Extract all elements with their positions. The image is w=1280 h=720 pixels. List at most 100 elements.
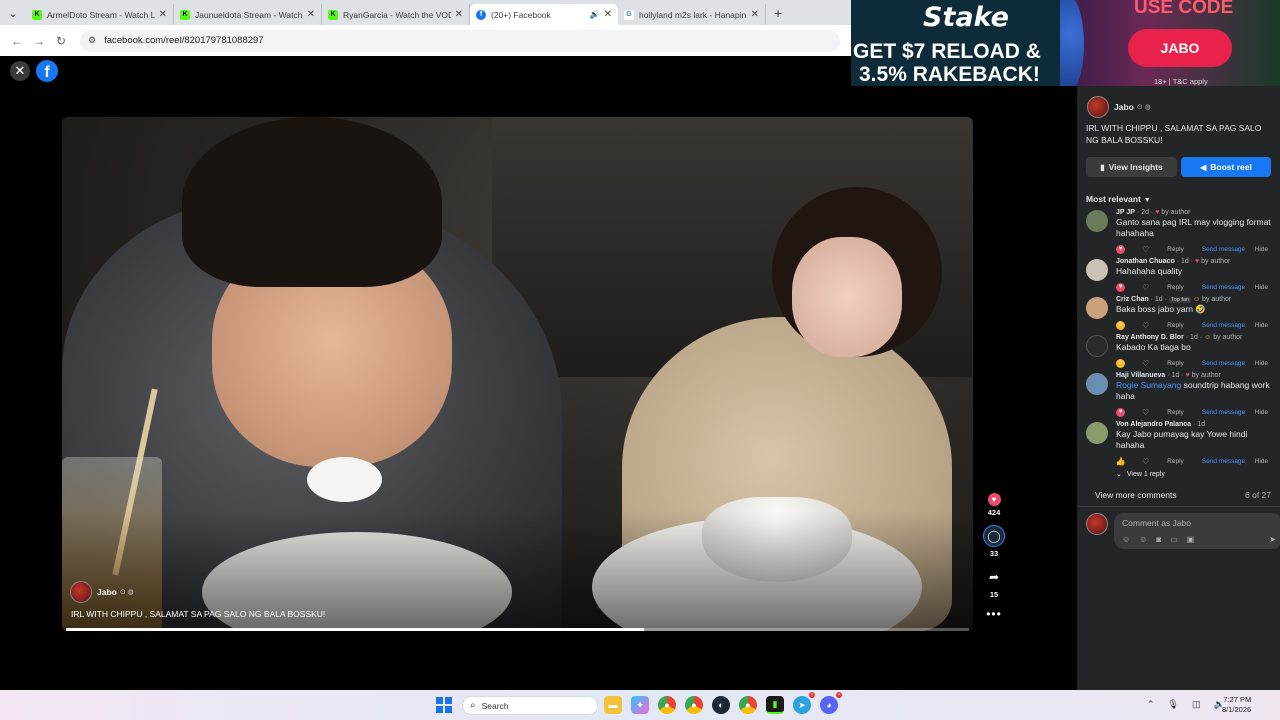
- comment-action[interactable]: ◯ 33: [983, 525, 1005, 558]
- site-info-icon[interactable]: ⚙: [88, 35, 96, 46]
- send-message-link[interactable]: Send message: [1202, 322, 1245, 329]
- emoji-icon[interactable]: ☺: [1139, 535, 1156, 544]
- reel-video-player[interactable]: Jabo ⊙ ◍ IRL WITH CHIPPU , SALAMAT SA PA…: [62, 117, 973, 631]
- close-tab-icon[interactable]: ✕: [751, 9, 759, 20]
- hide-button[interactable]: Hide: [1255, 246, 1268, 253]
- file-explorer-icon[interactable]: ▬: [604, 696, 622, 714]
- camera-icon[interactable]: ◙: [1156, 535, 1170, 544]
- commenter-name[interactable]: Jonathan Chuaco: [1116, 258, 1175, 265]
- video-author-name[interactable]: Jabo: [97, 587, 117, 597]
- laugh-reaction-icon[interactable]: ☺: [1116, 320, 1125, 330]
- view-more-comments-link[interactable]: View more comments: [1095, 490, 1177, 500]
- steam-icon[interactable]: ◐: [712, 696, 730, 714]
- commenter-name[interactable]: Criz Chan: [1116, 296, 1149, 303]
- hide-button[interactable]: Hide: [1255, 360, 1268, 367]
- react-icon[interactable]: ♡: [1142, 245, 1149, 254]
- hide-button[interactable]: Hide: [1255, 458, 1268, 465]
- avatar[interactable]: [70, 581, 92, 603]
- send-icon[interactable]: ➤: [1269, 535, 1276, 544]
- video-author[interactable]: Jabo ⊙ ◍: [70, 581, 134, 603]
- tab-search-icon[interactable]: ⌄: [4, 4, 22, 22]
- hide-button[interactable]: Hide: [1255, 284, 1268, 291]
- send-message-link[interactable]: Send message: [1202, 409, 1245, 416]
- reply-button[interactable]: Reply: [1167, 360, 1184, 367]
- share-icon[interactable]: ➦: [983, 566, 1005, 588]
- chrome-icon[interactable]: ●: [658, 696, 676, 714]
- like-icon[interactable]: 👍: [1116, 457, 1126, 466]
- sort-dropdown[interactable]: Most relevant ▼: [1086, 194, 1151, 204]
- facebook-logo-icon[interactable]: f: [36, 60, 58, 82]
- send-message-link[interactable]: Send message: [1202, 360, 1245, 367]
- windows-start-icon[interactable]: [436, 697, 452, 713]
- avatar[interactable]: [1087, 96, 1109, 118]
- comment-input[interactable]: Comment as Jabo ☺☺◙▭▣ ➤: [1114, 513, 1280, 549]
- taskbar-clock[interactable]: 7:27 PM 8/1/2026: [1222, 695, 1251, 715]
- like-action[interactable]: ♥ 424: [987, 493, 1001, 517]
- panel-author[interactable]: Jabo ⊙ ◍: [1087, 96, 1151, 118]
- reply-button[interactable]: Reply: [1167, 409, 1184, 416]
- copilot-icon[interactable]: ✦: [631, 696, 649, 714]
- heart-reaction-icon[interactable]: ♥: [1116, 282, 1125, 292]
- tab-4-active[interactable]: f (20+) Facebook 🔊 ✕: [470, 4, 618, 25]
- comment-icon[interactable]: ◯: [983, 525, 1005, 547]
- sticker-icon[interactable]: ▣: [1187, 535, 1204, 544]
- avatar[interactable]: [1086, 210, 1108, 232]
- stake-ad-banner[interactable]: Stake GET $7 RELOAD & 3.5% RAKEBACK! USE…: [851, 0, 1280, 86]
- avatar-sticker-icon[interactable]: ☺: [1122, 535, 1139, 544]
- send-message-link[interactable]: Send message: [1202, 284, 1245, 291]
- tab-3[interactable]: K RyanGarcia - Watch the VOD o... ✕: [322, 4, 470, 25]
- wifi-icon[interactable]: ◫: [1192, 699, 1201, 710]
- close-tab-icon[interactable]: ✕: [307, 9, 315, 20]
- send-message-link[interactable]: Send message: [1202, 246, 1245, 253]
- new-tab-icon[interactable]: +: [774, 5, 782, 21]
- tab-1[interactable]: K ArmelDoto Stream - Watch Live... ✕: [26, 4, 174, 25]
- react-icon[interactable]: ♡: [1142, 283, 1149, 292]
- avatar[interactable]: [1086, 335, 1108, 357]
- chevron-up-icon[interactable]: ⌃: [1147, 699, 1155, 710]
- microphone-icon[interactable]: 🎙: [1168, 699, 1179, 710]
- url-input[interactable]: ⚙ facebook.com/reel/820179781088297: [80, 29, 840, 52]
- view-insights-button[interactable]: ▮ View Insights: [1086, 157, 1177, 177]
- commenter-name[interactable]: JP JP: [1116, 209, 1135, 216]
- reply-button[interactable]: Reply: [1167, 246, 1184, 253]
- tab-5[interactable]: G hollyland m2s lark - Hanapin sa... ✕: [618, 4, 766, 25]
- hide-button[interactable]: Hide: [1255, 409, 1268, 416]
- reload-icon[interactable]: ↻: [50, 34, 72, 48]
- panel-author-name[interactable]: Jabo: [1114, 102, 1134, 112]
- commenter-name[interactable]: Haji Villanueva: [1116, 372, 1165, 379]
- commenter-name[interactable]: Von Alejandro Palanca: [1116, 421, 1191, 428]
- chrome-alt-icon[interactable]: ●: [739, 696, 757, 714]
- gif-icon[interactable]: ▭: [1170, 535, 1187, 544]
- share-action[interactable]: ➦ 15: [983, 566, 1005, 599]
- reply-button[interactable]: Reply: [1167, 458, 1184, 465]
- taskbar-search[interactable]: ⌕ Search: [462, 696, 598, 715]
- commenter-name[interactable]: Ray Anthony D. Blor: [1116, 334, 1184, 341]
- reply-button[interactable]: Reply: [1167, 284, 1184, 291]
- reply-button[interactable]: Reply: [1167, 322, 1184, 329]
- chrome-profile-icon[interactable]: ●: [685, 696, 703, 714]
- send-message-link[interactable]: Send message: [1202, 458, 1245, 465]
- avatar[interactable]: [1086, 422, 1108, 444]
- react-icon[interactable]: ♡: [1142, 321, 1149, 330]
- laugh-reaction-icon[interactable]: ☺: [1116, 358, 1125, 368]
- boost-reel-button[interactable]: ◀ Boost reel: [1181, 157, 1271, 177]
- view-replies-link[interactable]: ⌄ View 1 reply: [1116, 468, 1276, 480]
- heart-reaction-icon[interactable]: ♥: [1116, 407, 1125, 417]
- kick-app-icon[interactable]: ▮: [766, 696, 784, 714]
- back-icon[interactable]: ←: [6, 34, 28, 48]
- video-progress-bar[interactable]: [66, 628, 969, 631]
- close-tab-icon[interactable]: ✕: [455, 9, 463, 20]
- heart-reaction-icon[interactable]: ♥: [1116, 244, 1125, 254]
- react-icon[interactable]: ♡: [1142, 359, 1149, 368]
- avatar[interactable]: [1086, 259, 1108, 281]
- heart-icon[interactable]: ♥: [987, 493, 1001, 506]
- tab-2[interactable]: K Jaunueldota Stream - Watch Liv... ✕: [174, 4, 322, 25]
- hide-button[interactable]: Hide: [1255, 322, 1268, 329]
- composer-tools[interactable]: ☺☺◙▭▣: [1122, 535, 1203, 544]
- telegram-icon[interactable]: ➤ •: [793, 692, 815, 714]
- react-icon[interactable]: ♡: [1142, 408, 1149, 417]
- close-icon[interactable]: ✕: [10, 61, 30, 81]
- avatar[interactable]: [1086, 373, 1108, 395]
- close-tab-icon[interactable]: ✕: [159, 9, 167, 20]
- react-icon[interactable]: ♡: [1142, 457, 1149, 466]
